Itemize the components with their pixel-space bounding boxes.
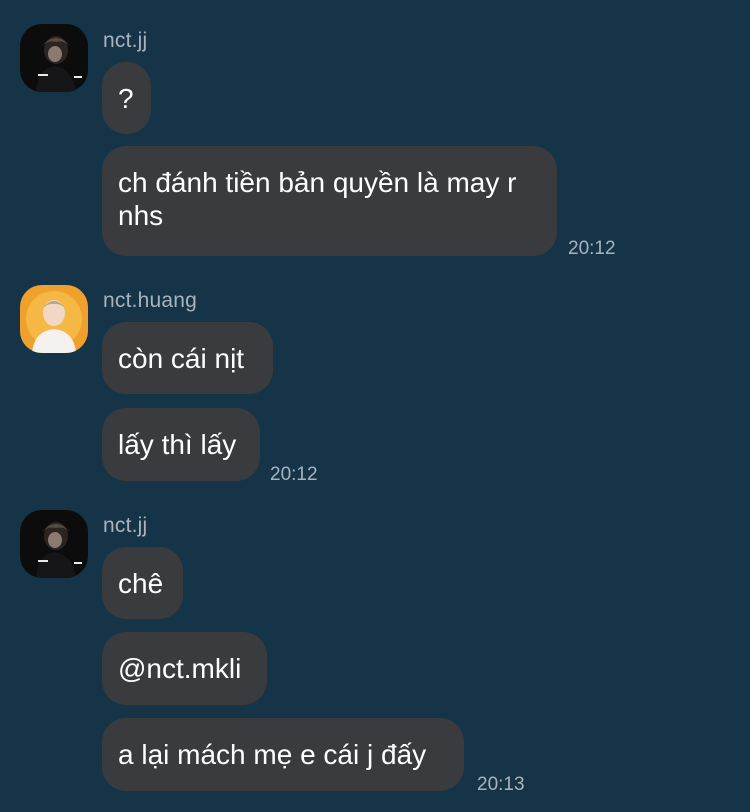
- username: nct.jj: [103, 514, 148, 537]
- message-bubble[interactable]: a lại mách mẹ e cái j đấy: [102, 718, 464, 791]
- message-bubble[interactable]: @nct.mkli: [102, 632, 267, 705]
- username: nct.jj: [103, 29, 148, 52]
- message-bubble[interactable]: ch đánh tiền bản quyền là may r nhs: [102, 146, 557, 256]
- timestamp: 20:13: [477, 774, 525, 795]
- message-bubble[interactable]: lấy thì lấy: [102, 408, 260, 481]
- timestamp: 20:12: [270, 464, 318, 485]
- avatar[interactable]: [20, 510, 88, 578]
- avatar[interactable]: [20, 285, 88, 353]
- message-bubble[interactable]: còn cái nịt: [102, 322, 273, 394]
- avatar[interactable]: [20, 24, 88, 92]
- timestamp: 20:12: [568, 238, 616, 259]
- message-bubble[interactable]: ?: [102, 62, 151, 134]
- username: nct.huang: [103, 289, 198, 312]
- message-bubble[interactable]: chê: [102, 547, 183, 619]
